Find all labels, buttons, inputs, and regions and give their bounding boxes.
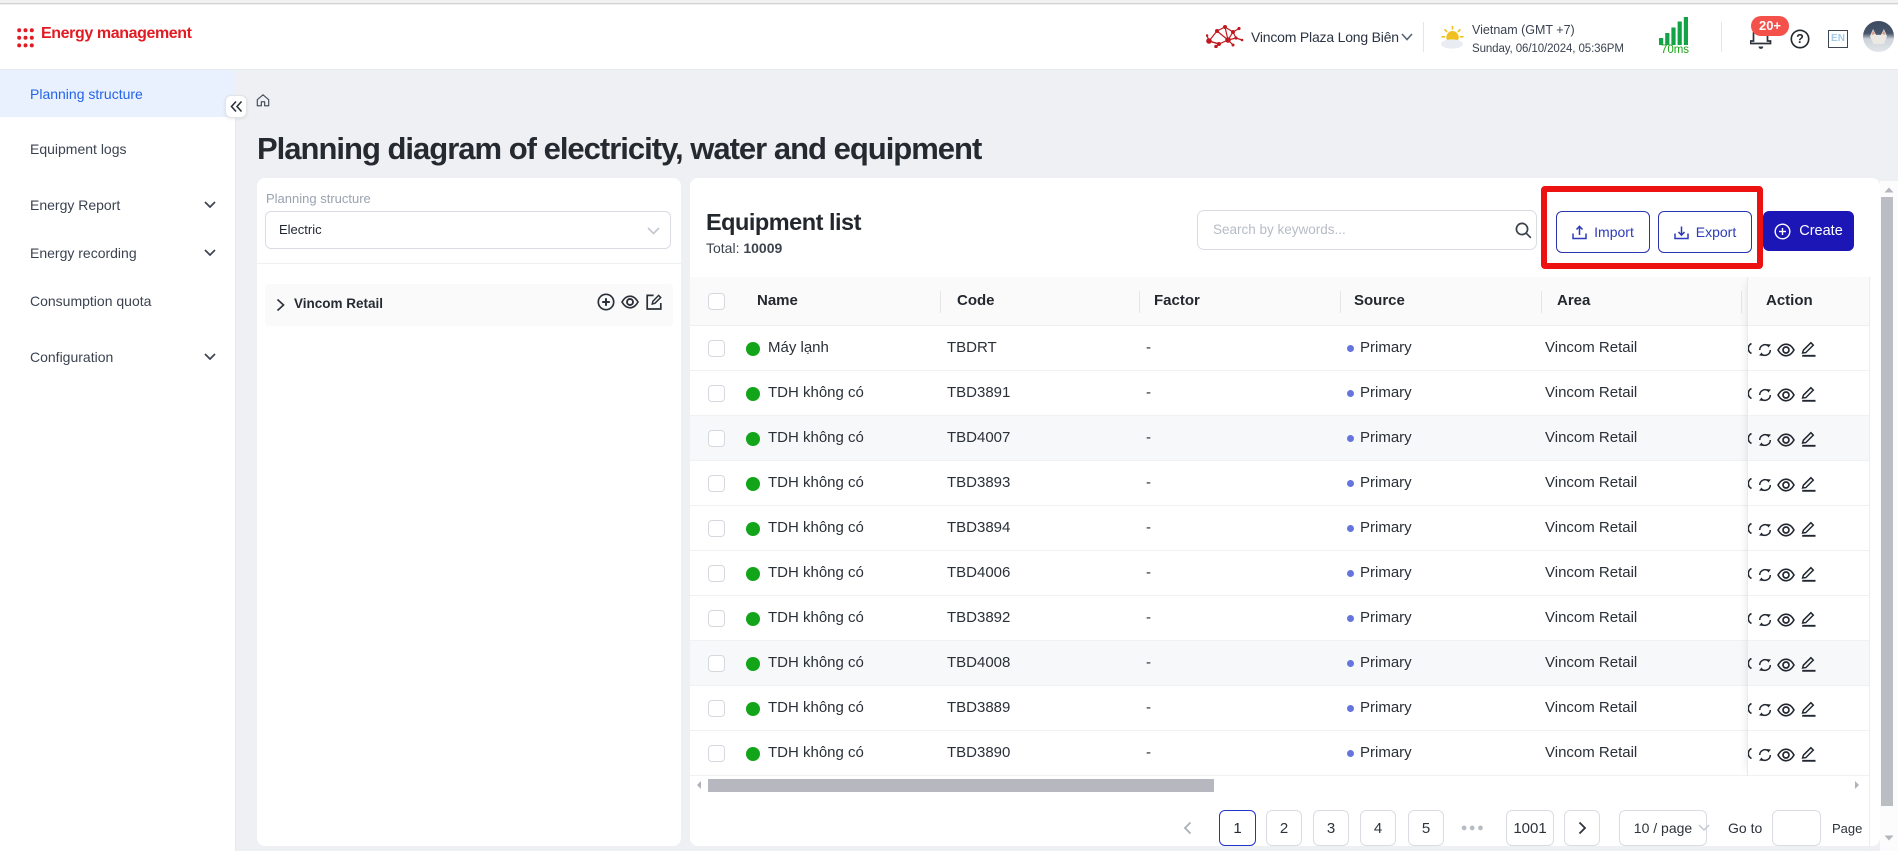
svg-text:?: ? — [1796, 32, 1804, 46]
